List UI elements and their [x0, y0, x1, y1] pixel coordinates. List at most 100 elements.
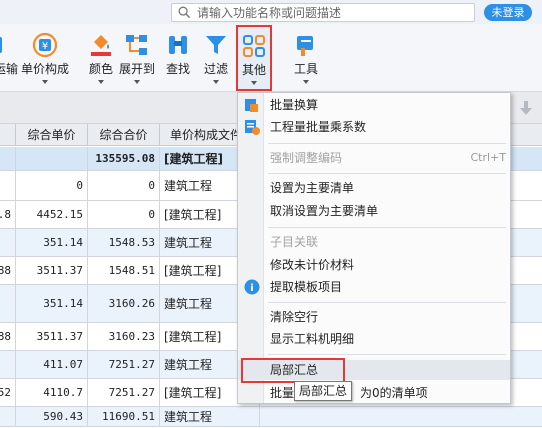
menu-item-unset-main-list[interactable]: 取消设置为主要清单: [238, 201, 510, 221]
table-cell[interactable]: 建筑工程: [160, 407, 260, 426]
find-button[interactable]: 查找: [162, 26, 194, 90]
transport-button[interactable]: 运输: [0, 26, 18, 90]
batch-convert-icon: [245, 99, 258, 112]
table-cell[interactable]: 3160.23: [88, 323, 160, 350]
menu-item-label: 修改未计价材料: [270, 258, 355, 272]
menu-item-label: 强制调整编码: [270, 151, 343, 165]
table-cell[interactable]: 590.43: [16, 407, 88, 426]
table-cell[interactable]: 4110.7: [16, 379, 88, 406]
top-bar: 请输入功能名称或问题描述 未登录: [0, 0, 542, 24]
chevron-down-icon: [213, 80, 219, 84]
other-label: 其他: [241, 63, 266, 77]
table-cell[interactable]: 0: [88, 201, 160, 228]
table-cell[interactable]: 7251.27: [88, 351, 160, 378]
column-header[interactable]: [0, 124, 16, 146]
extract-template-icon: i: [244, 279, 260, 295]
table-cell[interactable]: 1548.51: [88, 257, 160, 284]
menu-item-batch-convert[interactable]: 批量换算: [238, 95, 510, 115]
menu-item-label: 显示工料机明细: [270, 332, 355, 346]
chevron-down-icon: [303, 80, 309, 84]
expand-tree-icon: [126, 35, 147, 55]
table-cell[interactable]: [0, 171, 16, 200]
menu-item-set-main-list[interactable]: 设置为主要清单: [238, 178, 510, 198]
table-cell[interactable]: 88: [0, 323, 16, 350]
table-cell[interactable]: 7251.27: [88, 379, 160, 406]
filter-label: 过滤: [203, 62, 228, 76]
table-cell[interactable]: 135595.08: [88, 147, 160, 170]
menu-separator: [268, 143, 506, 144]
menu-item-force-adjust-code: 强制调整编码 Ctrl+T: [238, 148, 510, 168]
toolbox-icon: [297, 36, 313, 56]
menu-separator: [268, 227, 506, 228]
binoculars-icon: [169, 36, 187, 54]
table-cell[interactable]: [260, 407, 542, 426]
table-cell[interactable]: 52: [0, 379, 16, 406]
table-cell[interactable]: [0, 351, 16, 378]
unit-price-icon: ¥: [32, 32, 58, 58]
chevron-down-icon: [134, 80, 140, 84]
search-placeholder: 请输入功能名称或问题描述: [197, 6, 342, 20]
menu-item-label: 设置为主要清单: [270, 181, 355, 195]
table-cell[interactable]: 351.14: [16, 229, 88, 256]
multiply-coefficient-icon: [245, 120, 260, 135]
table-cell[interactable]: [0, 407, 16, 426]
table-cell[interactable]: 0: [88, 171, 160, 200]
grid-icon: [243, 35, 265, 57]
other-button[interactable]: 其他: [236, 25, 272, 91]
arrow-down-icon[interactable]: [520, 101, 532, 115]
table-cell[interactable]: [0, 229, 16, 256]
color-label: 颜色: [88, 62, 113, 76]
find-label: 查找: [165, 62, 190, 76]
menu-shortcut: Ctrl+T: [470, 151, 506, 164]
ribbon-toolbar: 运输 ¥ 单价构成 颜色 展开到 查找 过滤 其他 工具: [0, 24, 542, 92]
menu-item-batch-zero-list[interactable]: 批量 为0的清单项: [238, 383, 510, 403]
color-button[interactable]: 颜色: [86, 26, 116, 90]
menu-item-extract-template[interactable]: i 提取模板项目: [238, 277, 510, 297]
menu-item-quantity-multiply[interactable]: 工程量批量乘系数: [238, 117, 510, 137]
column-header[interactable]: 综合合价: [88, 124, 160, 146]
menu-item-label: 提取模板项目: [270, 280, 343, 294]
table-cell[interactable]: 411.07: [16, 351, 88, 378]
table-cell[interactable]: 3511.37: [16, 323, 88, 350]
search-icon: [178, 6, 191, 19]
svg-text:¥: ¥: [42, 41, 48, 52]
svg-text:i: i: [250, 283, 253, 294]
table-cell[interactable]: 351.14: [16, 285, 88, 322]
table-cell[interactable]: 1548.53: [88, 229, 160, 256]
table-cell[interactable]: [0, 147, 16, 170]
menu-item-label: 批量换算: [270, 98, 319, 112]
chevron-down-icon: [251, 81, 257, 85]
filter-button[interactable]: 过滤: [200, 26, 232, 90]
table-cell[interactable]: 0: [16, 171, 88, 200]
menu-item-clear-empty-rows[interactable]: 清除空行: [238, 307, 510, 327]
table-cell[interactable]: [0, 285, 16, 322]
expand-to-button[interactable]: 展开到: [118, 26, 156, 90]
menu-item-label: 子目关联: [270, 235, 319, 249]
menu-item-label: 取消设置为主要清单: [270, 204, 379, 218]
table-cell[interactable]: .8: [0, 201, 16, 228]
table-cell[interactable]: 11690.51: [88, 407, 160, 426]
table-row[interactable]: 590.43 11690.51 建筑工程: [0, 407, 542, 427]
menu-separator: [268, 173, 506, 174]
tools-button[interactable]: 工具: [290, 26, 322, 90]
search-input[interactable]: 请输入功能名称或问题描述: [171, 3, 475, 22]
chevron-down-icon: [42, 80, 48, 84]
menu-item-label-suffix: 为0的清单项: [360, 386, 428, 400]
menu-item-modify-unpriced-material[interactable]: 修改未计价材料: [238, 255, 510, 275]
menu-separator: [268, 354, 506, 355]
menu-item-label: 工程量批量乘系数: [270, 120, 367, 134]
expand-to-label: 展开到: [118, 62, 155, 76]
table-cell[interactable]: 88: [0, 257, 16, 284]
table-cell[interactable]: 3160.26: [88, 285, 160, 322]
menu-item-label: 清除空行: [270, 310, 319, 324]
column-header[interactable]: 综合单价: [16, 124, 88, 146]
tools-label: 工具: [293, 62, 318, 76]
menu-separator: [268, 302, 506, 303]
menu-item-show-material-detail[interactable]: 显示工料机明细: [238, 329, 510, 349]
login-button[interactable]: 未登录: [484, 4, 532, 21]
table-cell[interactable]: 4452.15: [16, 201, 88, 228]
menu-item-sub-item-link: 子目关联: [238, 232, 510, 252]
table-cell[interactable]: [16, 147, 88, 170]
table-cell[interactable]: 3511.37: [16, 257, 88, 284]
unit-price-button[interactable]: ¥ 单价构成: [20, 26, 70, 90]
